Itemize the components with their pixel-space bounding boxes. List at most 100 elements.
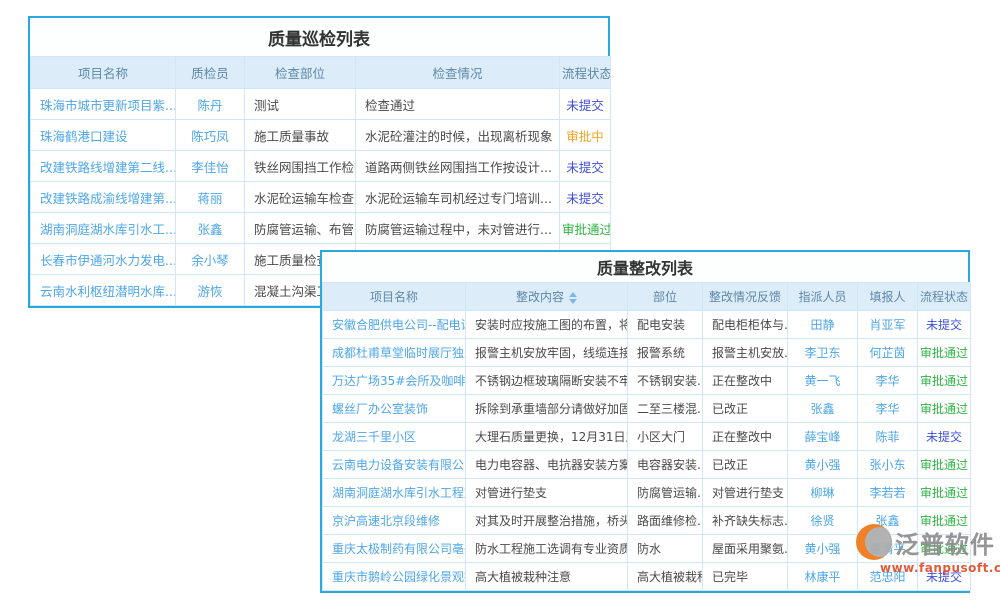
project-name-header: 项目名称 bbox=[323, 283, 466, 311]
project-name-cell[interactable]: 重庆太极制药有限公司亳州中... bbox=[323, 535, 466, 563]
project-name-cell[interactable]: 云南电力设备安装有限公司20... bbox=[323, 451, 466, 479]
project-name-cell[interactable]: 云南水利枢纽潜明水库... bbox=[31, 275, 176, 306]
assignee-header-label: 指派人员 bbox=[798, 290, 846, 304]
project-name-cell[interactable]: 成都杜甫草堂临时展厅独立展... bbox=[323, 339, 466, 367]
project-name-cell[interactable]: 万达广场35#会所及咖啡厅空... bbox=[323, 367, 466, 395]
part-cell: 防水 bbox=[628, 535, 703, 563]
flow-status-cell: 审批中 bbox=[560, 120, 611, 151]
feedback-cell: 报警主机安放... bbox=[703, 339, 788, 367]
project-name-cell[interactable]: 改建铁路线增建第二线... bbox=[31, 151, 176, 182]
project-name-cell[interactable]: 京沪高速北京段维修 bbox=[323, 507, 466, 535]
header-row: 项目名称 整改内容部位整改情况反馈 指派人员 填报人流程状态 bbox=[323, 283, 971, 311]
project-name-header-label: 项目名称 bbox=[78, 66, 128, 81]
reporter-cell[interactable]: 张小东 bbox=[858, 451, 918, 479]
reporter-cell[interactable]: 李若若 bbox=[858, 479, 918, 507]
assignee-cell[interactable]: 徐贤 bbox=[788, 507, 858, 535]
table-row: 万达广场35#会所及咖啡厅空...不锈钢边框玻璃隔断安装不牢...不锈钢安装..… bbox=[323, 367, 971, 395]
assignee-cell[interactable]: 林康平 bbox=[788, 563, 858, 591]
part-cell: 不锈钢安装... bbox=[628, 367, 703, 395]
vendor-watermark: 泛普软件 www.fanpusoft.com bbox=[856, 524, 1000, 575]
assignee-header: 指派人员 bbox=[788, 283, 858, 311]
part-cell: 电容器安装... bbox=[628, 451, 703, 479]
project-name-cell[interactable]: 螺丝厂办公室装饰 bbox=[323, 395, 466, 423]
inspect-part-header: 检查部位 bbox=[245, 57, 356, 89]
feedback-cell: 已改正 bbox=[703, 395, 788, 423]
flow-status-cell: 未提交 bbox=[918, 423, 971, 451]
table-row: 成都杜甫草堂临时展厅独立展...报警主机安放牢固，线缆连接...报警系统报警主机… bbox=[323, 339, 971, 367]
part-cell: 高大植被栽种 bbox=[628, 563, 703, 591]
part-cell: 二至三楼混... bbox=[628, 395, 703, 423]
inspector-cell[interactable]: 余小琴 bbox=[176, 244, 245, 275]
inspect-result-header-label: 检查情况 bbox=[432, 66, 482, 81]
inspector-cell[interactable]: 李佳怡 bbox=[176, 151, 245, 182]
project-name-cell[interactable]: 安徽合肥供电公司--配电设备... bbox=[323, 311, 466, 339]
inspector-cell[interactable]: 蒋丽 bbox=[176, 182, 245, 213]
flow-status-header: 流程状态 bbox=[918, 283, 971, 311]
rectify-content-cell: 电力电容器、电抗器安装方案,... bbox=[466, 451, 628, 479]
project-name-cell[interactable]: 湖南洞庭湖水库引水工... bbox=[31, 213, 176, 244]
inspect-result-header: 检查情况 bbox=[356, 57, 560, 89]
table-row: 螺丝厂办公室装饰拆除到承重墙部分请做好加固...二至三楼混...已改正张鑫李华审… bbox=[323, 395, 971, 423]
flow-status-cell: 审批通过 bbox=[918, 367, 971, 395]
project-name-cell[interactable]: 重庆市鹅岭公园绿化景观提升... bbox=[323, 563, 466, 591]
flow-status-header-label: 流程状态 bbox=[562, 66, 611, 81]
assignee-cell[interactable]: 李卫东 bbox=[788, 339, 858, 367]
assignee-cell[interactable]: 黄小强 bbox=[788, 451, 858, 479]
inspect-part-header-label: 检查部位 bbox=[275, 66, 325, 81]
assignee-cell[interactable]: 薛宝峰 bbox=[788, 423, 858, 451]
inspection-list-title: 质量巡检列表 bbox=[30, 18, 608, 56]
fanpu-logo-icon bbox=[856, 524, 892, 560]
feedback-cell: 对管进行垫支 bbox=[703, 479, 788, 507]
rectify-content-cell: 对其及时开展整治措施，桥头... bbox=[466, 507, 628, 535]
part-cell: 路面维修检... bbox=[628, 507, 703, 535]
inspector-cell[interactable]: 张鑫 bbox=[176, 213, 245, 244]
rectify-content-cell: 大理石质量更换，12月31日之... bbox=[466, 423, 628, 451]
assignee-cell[interactable]: 柳琳 bbox=[788, 479, 858, 507]
table-row: 改建铁路线增建第二线...李佳怡铁丝网围挡工作检查道路两侧铁丝网围挡工作按设计.… bbox=[31, 151, 611, 182]
part-cell: 配电安装 bbox=[628, 311, 703, 339]
project-name-cell[interactable]: 珠海市城市更新项目紫... bbox=[31, 89, 176, 120]
inspect-part-cell: 施工质量事故 bbox=[245, 120, 356, 151]
project-name-cell[interactable]: 龙湖三千里小区 bbox=[323, 423, 466, 451]
reporter-cell[interactable]: 何芷茵 bbox=[858, 339, 918, 367]
feedback-cell: 正在整改中 bbox=[703, 423, 788, 451]
assignee-cell[interactable]: 黄小强 bbox=[788, 535, 858, 563]
inspect-result-cell: 水泥砼灌注的时候，出现离析现象 bbox=[356, 120, 560, 151]
flow-status-cell: 未提交 bbox=[918, 311, 971, 339]
flow-status-cell: 审批通过 bbox=[918, 339, 971, 367]
part-header: 部位 bbox=[628, 283, 703, 311]
inspector-cell[interactable]: 游恢 bbox=[176, 275, 245, 306]
inspector-cell[interactable]: 陈丹 bbox=[176, 89, 245, 120]
project-name-cell[interactable]: 珠海鹤港口建设 bbox=[31, 120, 176, 151]
inspector-cell[interactable]: 陈巧凤 bbox=[176, 120, 245, 151]
project-name-cell[interactable]: 长春市伊通河水力发电... bbox=[31, 244, 176, 275]
inspect-part-cell: 铁丝网围挡工作检查 bbox=[245, 151, 356, 182]
project-name-cell[interactable]: 改建铁路成渝线增建第... bbox=[31, 182, 176, 213]
inspector-header-label: 质检员 bbox=[191, 66, 229, 81]
rectify-content-cell: 报警主机安放牢固，线缆连接... bbox=[466, 339, 628, 367]
project-name-header-label: 项目名称 bbox=[370, 290, 418, 304]
feedback-cell: 屋面采用聚氨... bbox=[703, 535, 788, 563]
rectify-content-cell: 拆除到承重墙部分请做好加固... bbox=[466, 395, 628, 423]
flow-status-cell: 未提交 bbox=[560, 151, 611, 182]
project-name-cell[interactable]: 湖南洞庭湖水库引水工程施工标 bbox=[323, 479, 466, 507]
inspect-result-cell: 检查通过 bbox=[356, 89, 560, 120]
reporter-cell[interactable]: 陈菲 bbox=[858, 423, 918, 451]
sort-icon[interactable] bbox=[569, 292, 577, 304]
table-row: 改建铁路成渝线增建第...蒋丽水泥砼运输车检查水泥砼运输车司机经过专门培训...… bbox=[31, 182, 611, 213]
assignee-cell[interactable]: 张鑫 bbox=[788, 395, 858, 423]
feedback-header-label: 整改情况反馈 bbox=[709, 290, 781, 304]
rectify-content-header[interactable]: 整改内容 bbox=[466, 283, 628, 311]
reporter-header-label: 填报人 bbox=[869, 290, 905, 304]
assignee-cell[interactable]: 田静 bbox=[788, 311, 858, 339]
header-row: 项目名称 质检员 检查部位 检查情况 流程状态 bbox=[31, 57, 611, 89]
feedback-cell: 正在整改中 bbox=[703, 367, 788, 395]
part-cell: 防腐管运输... bbox=[628, 479, 703, 507]
vendor-url-text: www.fanpusoft.com bbox=[880, 561, 1000, 575]
reporter-cell[interactable]: 李华 bbox=[858, 367, 918, 395]
assignee-cell[interactable]: 黄一飞 bbox=[788, 367, 858, 395]
reporter-cell[interactable]: 李华 bbox=[858, 395, 918, 423]
project-name-header: 项目名称 bbox=[31, 57, 176, 89]
reporter-cell[interactable]: 肖亚军 bbox=[858, 311, 918, 339]
rectify-content-cell: 不锈钢边框玻璃隔断安装不牢... bbox=[466, 367, 628, 395]
